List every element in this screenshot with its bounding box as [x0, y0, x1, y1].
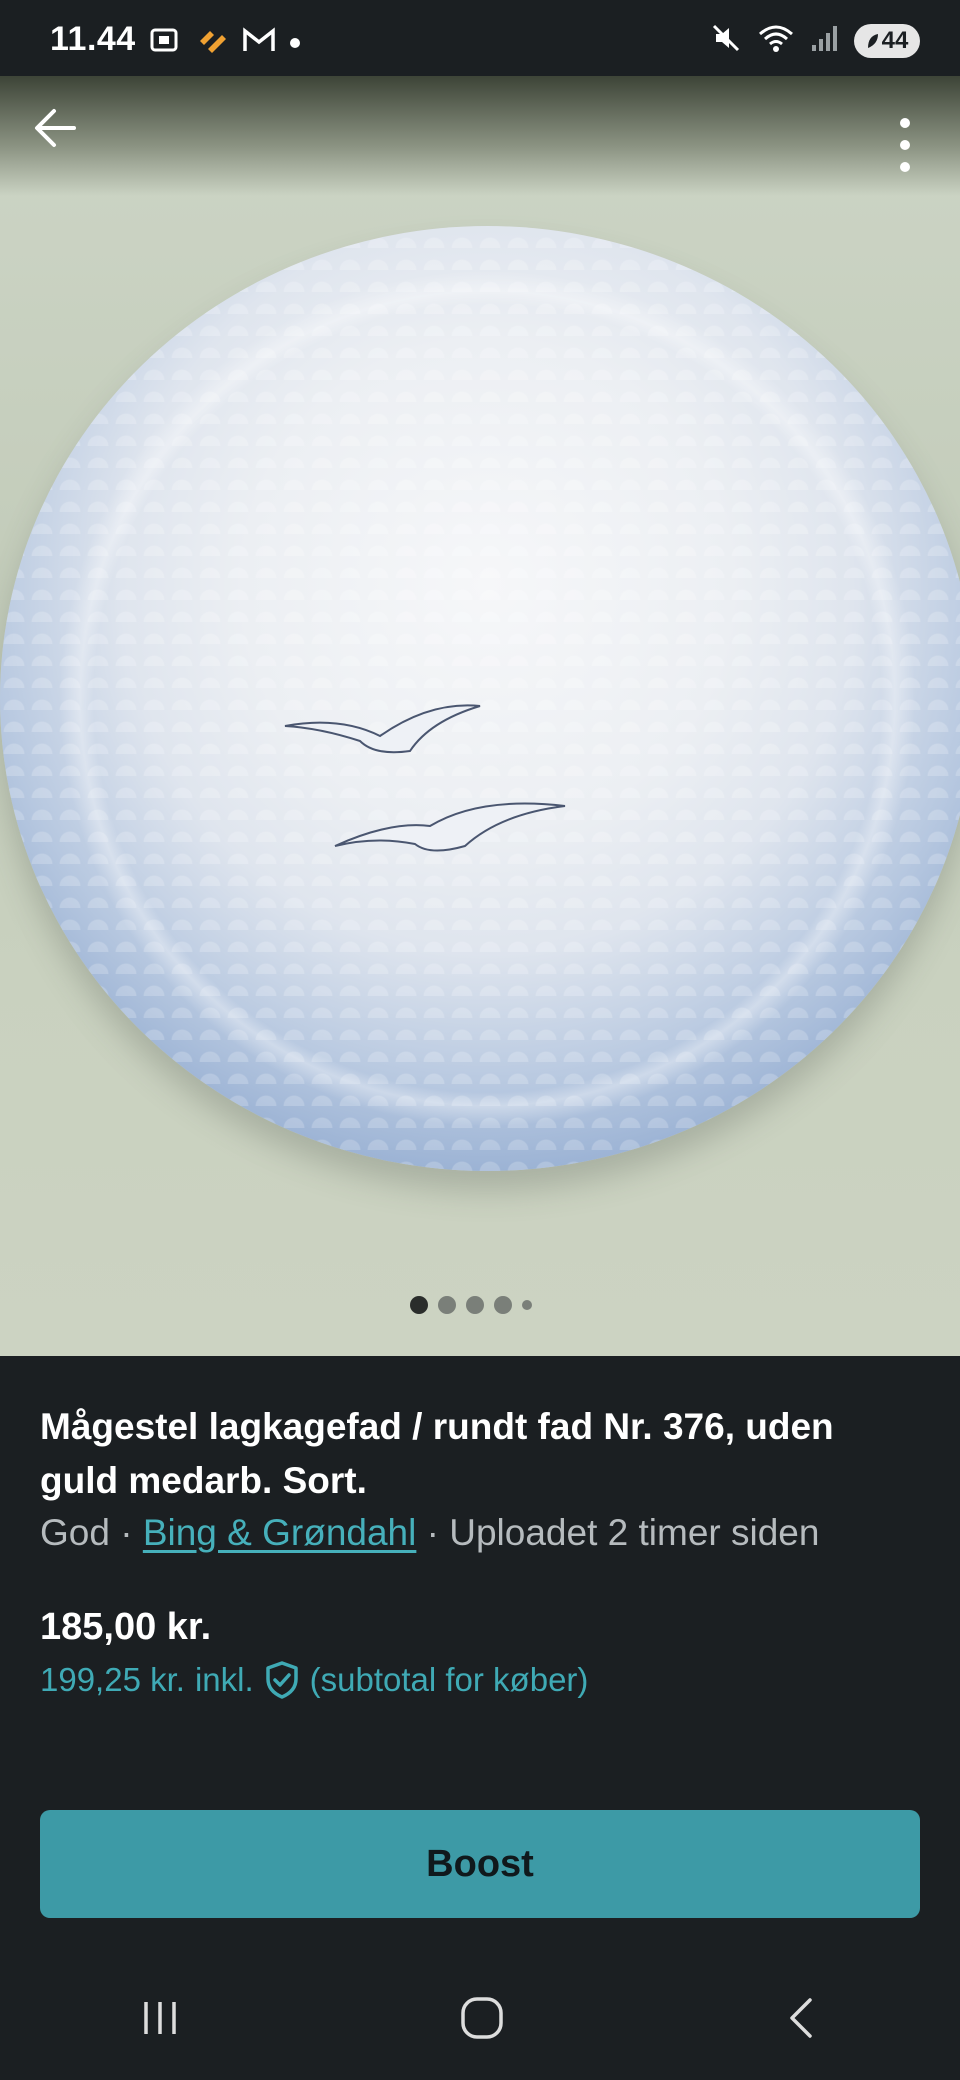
photo-top-shade [0, 76, 960, 196]
arrow-left-icon [35, 109, 76, 147]
more-options-button[interactable] [880, 115, 930, 180]
wifi-icon [758, 22, 794, 59]
home-button[interactable] [458, 1994, 506, 2047]
battery-level: 44 [881, 26, 909, 54]
recent-apps-button[interactable] [138, 1996, 182, 2045]
heart-app-icon [194, 25, 228, 60]
condition-label: God [40, 1512, 110, 1553]
gmail-icon [242, 26, 276, 59]
seagull-illustration [284, 704, 566, 852]
subtotal-note: (subtotal for køber) [309, 1661, 589, 1698]
uploaded-time: Uploadet 2 timer siden [449, 1512, 820, 1553]
listing-photo[interactable] [0, 76, 960, 1356]
gallery-pager[interactable] [410, 1296, 532, 1314]
home-icon [461, 1996, 503, 2039]
system-nav-bar [0, 1960, 960, 2080]
item-price: 185,00 kr. [40, 1606, 212, 1648]
listing-meta: God · Bing & Grøndahl · Uploadet 2 timer… [40, 1512, 940, 1554]
recent-apps-icon [144, 2001, 176, 2034]
signal-icon [810, 23, 838, 58]
status-icons-right: 44 [710, 22, 920, 59]
pager-dot[interactable] [522, 1300, 532, 1310]
meta-separator: · [109, 1512, 143, 1553]
more-vertical-icon [900, 118, 910, 172]
listing-title: Mågestel lagkagefad / rundt fad Nr. 376,… [40, 1406, 834, 1501]
back-button[interactable] [32, 105, 78, 156]
chevron-left-icon [790, 1997, 812, 2038]
status-bar: 11.44 44 [0, 0, 960, 76]
meta-separator: · [416, 1512, 450, 1553]
system-back-button[interactable] [782, 1994, 822, 2047]
brand-link[interactable]: Bing & Grøndahl [143, 1512, 417, 1553]
shield-check-icon [265, 1661, 298, 1699]
boost-button[interactable]: Boost [40, 1810, 920, 1918]
notification-dot-icon [290, 37, 300, 48]
pager-dot[interactable] [410, 1296, 428, 1314]
pager-dot[interactable] [466, 1296, 484, 1314]
pager-dot[interactable] [438, 1296, 456, 1314]
subtotal-amount: 199,25 kr. [40, 1661, 185, 1698]
buyer-subtotal[interactable]: 199,25 kr. inkl. (subtotal for køber) [40, 1660, 588, 1700]
status-time: 11.44 [50, 20, 136, 58]
mute-icon [710, 22, 742, 59]
subtotal-incl: inkl. [194, 1661, 254, 1698]
screenshot-icon [148, 24, 180, 61]
pager-dot[interactable] [494, 1296, 512, 1314]
status-icons-left [148, 24, 300, 61]
battery-icon: 44 [854, 23, 920, 58]
